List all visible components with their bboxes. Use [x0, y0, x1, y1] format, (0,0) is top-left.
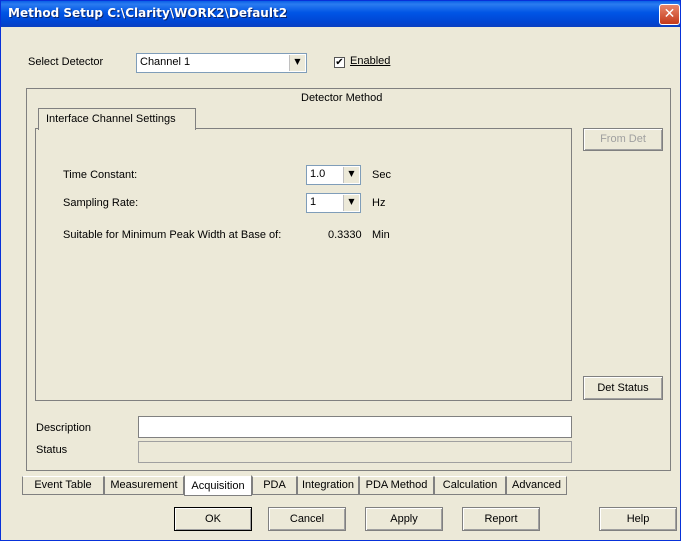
report-button[interactable]: Report: [462, 507, 540, 531]
description-label: Description: [36, 422, 92, 434]
help-button[interactable]: Help: [599, 507, 677, 531]
ok-button[interactable]: OK: [174, 507, 252, 531]
min-peak-width-unit: Min: [372, 229, 390, 241]
min-peak-width-label: Suitable for Minimum Peak Width at Base …: [63, 229, 282, 241]
chevron-down-icon[interactable]: ▼: [343, 167, 359, 183]
sampling-rate-select[interactable]: 1 ▼: [306, 193, 361, 213]
apply-button[interactable]: Apply: [365, 507, 443, 531]
tab-event-table[interactable]: Event Table: [22, 476, 104, 495]
sampling-rate-value: 1: [310, 196, 317, 208]
tab-acquisition[interactable]: Acquisition: [184, 475, 252, 496]
tab-measurement[interactable]: Measurement: [104, 476, 184, 495]
window-title: Method Setup C:\Clarity\WORK2\Default2: [8, 6, 288, 20]
detector-method-title: Detector Method: [301, 92, 383, 104]
close-icon[interactable]: ✕: [659, 4, 680, 25]
tab-advanced[interactable]: Advanced: [506, 476, 567, 495]
enabled-checkbox[interactable]: ✔: [334, 57, 345, 68]
tab-integration[interactable]: Integration: [297, 476, 359, 495]
description-field[interactable]: [138, 416, 572, 438]
detector-select-value: Channel 1: [140, 56, 191, 68]
status-field: [138, 441, 572, 463]
title-bar[interactable]: Method Setup C:\Clarity\WORK2\Default2 ✕: [1, 1, 680, 27]
sampling-rate-label: Sampling Rate:: [63, 197, 139, 209]
status-label: Status: [36, 444, 68, 456]
time-constant-select[interactable]: 1.0 ▼: [306, 165, 361, 185]
time-constant-unit: Sec: [372, 169, 391, 181]
select-detector-label: Select Detector: [28, 56, 104, 68]
chevron-down-icon[interactable]: ▼: [343, 195, 359, 211]
time-constant-label: Time Constant:: [63, 169, 138, 181]
tab-interface-channel-settings[interactable]: Interface Channel Settings: [38, 108, 196, 130]
from-det-button[interactable]: From Det: [583, 128, 663, 151]
time-constant-value: 1.0: [310, 168, 326, 180]
det-status-button[interactable]: Det Status: [583, 376, 663, 400]
detector-select[interactable]: Channel 1 ▼: [136, 53, 307, 73]
enabled-label: Enabled: [350, 55, 391, 67]
min-peak-width-value: 0.3330: [328, 229, 362, 241]
tab-pda[interactable]: PDA: [252, 476, 297, 495]
method-setup-window: Method Setup C:\Clarity\WORK2\Default2 ✕…: [0, 0, 681, 541]
tab-calculation[interactable]: Calculation: [434, 476, 506, 495]
chevron-down-icon[interactable]: ▼: [289, 55, 305, 71]
tab-pda-method[interactable]: PDA Method: [359, 476, 434, 495]
sampling-rate-unit: Hz: [372, 197, 386, 209]
cancel-button[interactable]: Cancel: [268, 507, 346, 531]
tab-label: Interface Channel Settings: [46, 113, 176, 125]
